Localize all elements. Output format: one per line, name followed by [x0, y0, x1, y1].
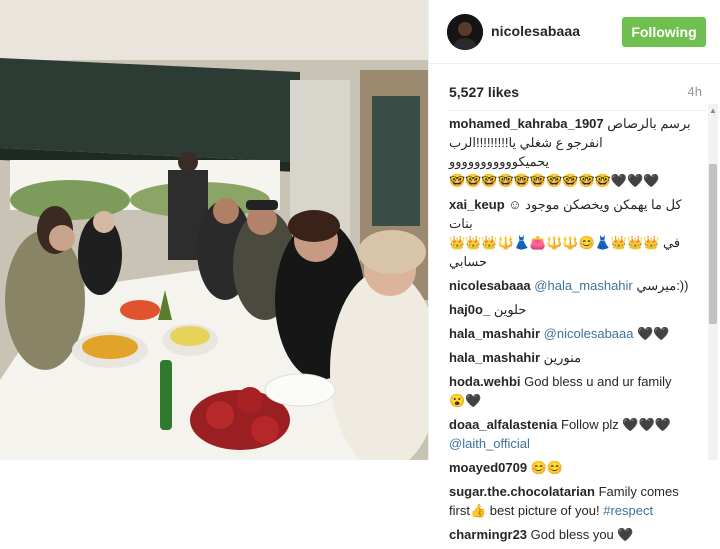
avatar[interactable]: [447, 14, 483, 50]
following-button[interactable]: Following: [622, 17, 706, 47]
scroll-up-icon[interactable]: ▲: [708, 104, 718, 118]
comment-text: 👑👑👑🔱👗👛🔱🔱😊👗👑👑👑 في حسابي: [449, 235, 681, 269]
comment-text: 🤓🤓🤓🤓🤓🤓🤓🤓🤓🤓🖤🖤🖤: [449, 173, 660, 188]
comment-item: hala_mashahir منورين: [449, 348, 697, 367]
comment-username[interactable]: hoda.wehbi: [449, 374, 521, 389]
comment-username[interactable]: hala_mashahir: [449, 350, 540, 365]
comment-mention[interactable]: @nicolesabaaa: [544, 326, 634, 341]
comment-item: doaa_alfalastenia Follow plz 🖤🖤🖤 @laith_…: [449, 415, 697, 453]
comment-item: nicolesabaaa @hala_mashahir ميرسي:)): [449, 276, 697, 295]
comment-username[interactable]: moayed0709: [449, 460, 527, 475]
comment-text: منورين: [543, 350, 582, 365]
comment-username[interactable]: nicolesabaaa: [449, 278, 531, 293]
comment-username[interactable]: haj0o_: [449, 302, 490, 317]
scrollbar-thumb[interactable]: [709, 164, 717, 324]
comment-text: Follow plz 🖤🖤🖤: [561, 417, 671, 432]
post-username[interactable]: nicolesabaaa: [491, 23, 580, 39]
comment-username[interactable]: doaa_alfalastenia: [449, 417, 557, 432]
comment-item: xai_keup كل ما يهمكن ويخصكن موجود ☺ بنات…: [449, 195, 697, 271]
comment-username[interactable]: mohamed_kahraba_1907: [449, 116, 604, 131]
comment-text: 😮🖤: [449, 393, 482, 408]
comment-item: sugar.the.chocolatarian Family comes fir…: [449, 482, 697, 520]
comment-item: hoda.wehbi God bless u and ur family 😮🖤: [449, 372, 697, 410]
comment-item: moayed0709 😊😊: [449, 458, 697, 477]
likes-count[interactable]: 5,527 likes: [449, 84, 519, 100]
comments-list: mohamed_kahraba_1907 برسم بالرصاص انفرجو…: [449, 114, 697, 549]
comment-item: haj0o_ حلوين: [449, 300, 697, 319]
comment-item: mohamed_kahraba_1907 برسم بالرصاص انفرجو…: [449, 114, 697, 190]
post-photo[interactable]: [0, 0, 428, 460]
comment-text: 😊😊: [530, 460, 564, 475]
comment-text: حلوين: [493, 302, 527, 317]
post-side-panel: nicolesabaaa Following 5,527 likes 4h mo…: [428, 0, 720, 542]
comment-text: انفرجو ع شغلي يا!!!!!!!!!الرب يحميكووووو…: [449, 135, 603, 169]
comment-text: God bless u and ur family: [524, 374, 672, 389]
comment-text: God bless you 🖤: [530, 527, 634, 542]
comment-username[interactable]: xai_keup: [449, 197, 505, 212]
comment-text: 🖤🖤: [637, 326, 670, 341]
comment-text: برسم بالرصاص: [607, 116, 691, 131]
comment-item: charmingr23 God bless you 🖤: [449, 525, 697, 544]
comments-scrollbar[interactable]: ▲: [708, 104, 718, 460]
post-header: nicolesabaaa Following: [429, 0, 720, 64]
post-timestamp[interactable]: 4h: [688, 84, 702, 99]
comment-hashtag[interactable]: #respect: [603, 503, 653, 518]
comment-username[interactable]: hala_mashahir: [449, 326, 540, 341]
comment-mention[interactable]: @hala_mashahir: [534, 278, 632, 293]
comment-item: hala_mashahir @nicolesabaaa 🖤🖤: [449, 324, 697, 343]
comment-mention[interactable]: @laith_official: [449, 436, 530, 451]
comment-username[interactable]: charmingr23: [449, 527, 527, 542]
divider: [447, 110, 707, 111]
comment-text: ميرسي:)): [636, 278, 689, 293]
comment-username[interactable]: sugar.the.chocolatarian: [449, 484, 595, 499]
